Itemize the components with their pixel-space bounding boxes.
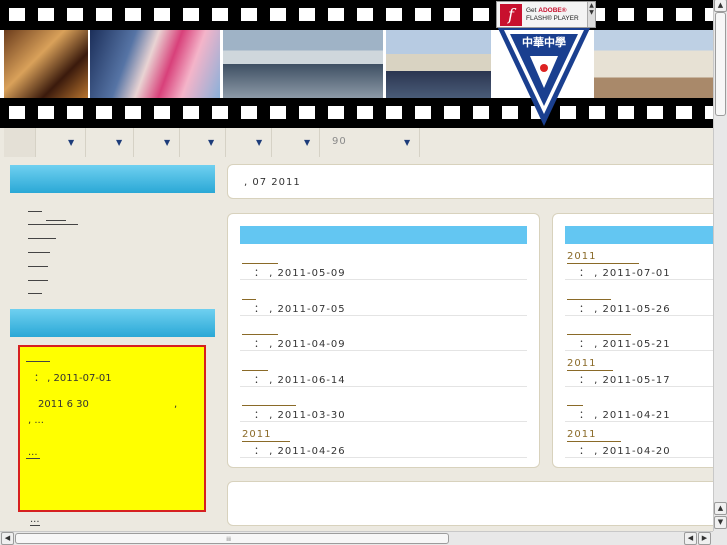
- flash-brand-label: ADOBE®: [538, 6, 567, 14]
- banner-photo-lion-dance: [90, 30, 220, 98]
- news-panel-left: ： , 2011-05-09 ： , 2011-07-05 ： , 2011-04-…: [227, 213, 540, 468]
- news-list-item: ： , 2011-03-30: [240, 387, 527, 422]
- news-list-item: 2011 ： , 2011-07-01: [565, 245, 723, 280]
- news-panel-left-header: [240, 226, 527, 244]
- nav-item-4[interactable]: ▼: [180, 128, 226, 157]
- news-item-date: ： , 2011-04-26: [254, 445, 346, 457]
- scroll-up-icon[interactable]: ▲: [714, 0, 727, 12]
- news-list-item: ： , 2011-05-09: [240, 245, 527, 280]
- nav-item-2[interactable]: ▼: [86, 128, 134, 157]
- news-item-title-link[interactable]: 2011: [242, 429, 271, 440]
- banner-photo-ceremony: [4, 30, 88, 98]
- nav-label-90: 90: [332, 136, 347, 147]
- banner-photo-school-building: [594, 30, 713, 98]
- sidebar-link-6[interactable]: [28, 266, 48, 267]
- sidebar-link-1[interactable]: [28, 211, 42, 212]
- news-item-date: ： , 2011-04-20: [579, 445, 671, 457]
- news-item-title-link[interactable]: 2011: [567, 251, 596, 262]
- sidebar-header-menu: [10, 165, 215, 193]
- featured-announcement: ： , 2011-07-01 2011 6 30 , , ... ...: [18, 345, 206, 512]
- get-flash-player-badge[interactable]: f Get ADOBE® FLASH® PLAYER ▲ ▼: [496, 1, 596, 28]
- news-item-date: ： , 2011-06-14: [254, 374, 346, 386]
- news-item-date: ： , 2011-05-09: [254, 268, 346, 279]
- nav-item-1[interactable]: ▼: [36, 128, 86, 157]
- nav-item-6[interactable]: ▼: [272, 128, 320, 157]
- flash-player-label: FLASH® PLAYER: [526, 14, 579, 22]
- sidebar-more-link[interactable]: ...: [30, 514, 40, 526]
- news-list-item: ： , 2011-07-05: [240, 281, 527, 316]
- sidebar-link-8[interactable]: [28, 293, 42, 294]
- news-item-date: ： , 2011-05-26: [579, 303, 671, 315]
- news-item-title-link[interactable]: 2011: [567, 429, 596, 440]
- flash-badge-scroll[interactable]: ▲ ▼: [587, 2, 595, 27]
- scroll-down-icon[interactable]: ▼: [714, 516, 727, 529]
- sidebar-link-7[interactable]: [28, 280, 48, 281]
- site-banner: 中華中學 f Get ADOBE® FLASH® PLAYER ▲ ▼: [0, 0, 713, 128]
- scroll-left-icon[interactable]: ◀: [684, 532, 697, 545]
- dropdown-arrow-icon: ▼: [68, 138, 75, 147]
- news-list-item: ： , 2011-06-14: [240, 352, 527, 387]
- featured-body: 2011 6 30: [38, 399, 89, 410]
- news-item-date: ： , 2011-04-09: [254, 339, 346, 350]
- news-item-date: ： , 2011-05-17: [579, 374, 671, 386]
- sidebar-header-announce: [10, 309, 215, 337]
- featured-more-text: , ...: [28, 415, 44, 426]
- nav-item-3[interactable]: ▼: [134, 128, 180, 157]
- news-list-item: 2011 ： , 2011-04-26: [240, 423, 527, 458]
- date-bar-text: , 07 2011: [244, 177, 301, 188]
- horizontal-scroll-thumb[interactable]: ⁞⁞⁞⁞⁞: [15, 533, 449, 544]
- horizontal-scrollbar[interactable]: ◀ ⁞⁞⁞⁞⁞ ◀ ▶: [0, 531, 713, 545]
- banner-photo-students: [223, 30, 383, 98]
- news-list-item: ： , 2011-05-21: [565, 316, 723, 351]
- news-list-item: 2011 ： , 2011-05-17: [565, 352, 723, 387]
- vertical-scrollbar[interactable]: ▲ ▲ ▼: [713, 0, 727, 531]
- school-logo: 中華中學: [496, 24, 592, 126]
- logo-text: 中華中學: [522, 35, 566, 49]
- scrollbar-corner: [713, 531, 727, 545]
- featured-read-more-link[interactable]: ...: [26, 447, 40, 459]
- news-item-date: ： , 2011-03-30: [254, 410, 346, 421]
- scroll-up-icon[interactable]: ▲: [714, 502, 727, 515]
- dropdown-arrow-icon: ▼: [164, 138, 171, 147]
- dropdown-arrow-icon: ▼: [116, 138, 123, 147]
- flash-icon: f: [500, 3, 522, 26]
- main-nav: ▼ ▼ ▼ ▼ ▼ ▼ 90 ▼: [4, 128, 713, 157]
- nav-item-5[interactable]: ▼: [226, 128, 272, 157]
- dropdown-arrow-icon: ▼: [208, 138, 215, 147]
- sidebar-link-4[interactable]: [28, 238, 56, 239]
- news-item-date: ： , 2011-07-05: [254, 303, 346, 315]
- nav-item-90-anniversary[interactable]: 90 ▼: [320, 128, 420, 157]
- news-list-item: ： , 2011-04-21: [565, 387, 723, 422]
- date-bar: , 07 2011: [227, 164, 719, 199]
- news-list-item: 2011 ： , 2011-04-20: [565, 423, 723, 458]
- dropdown-arrow-icon: ▼: [256, 138, 263, 147]
- banner-photo-campus-parade: [386, 30, 491, 98]
- scroll-right-icon[interactable]: ▶: [698, 532, 711, 545]
- featured-comma: ,: [174, 399, 178, 410]
- sidebar-link-3[interactable]: [28, 224, 78, 225]
- dropdown-arrow-icon: ▼: [404, 138, 411, 147]
- sidebar-link-2[interactable]: [46, 220, 66, 221]
- news-list-item: ： , 2011-05-26: [565, 281, 723, 316]
- film-strip-bottom: [0, 98, 713, 128]
- news-item-title-link[interactable]: 2011: [567, 358, 596, 369]
- news-item-date: ： , 2011-07-01: [579, 268, 671, 279]
- sidebar-link-5[interactable]: [28, 252, 50, 253]
- news-panel-right: 2011 ： , 2011-07-01 ： , 2011-05-26 ： , 2011…: [552, 213, 723, 468]
- news-list-item: ： , 2011-04-09: [240, 316, 527, 351]
- vertical-scroll-thumb[interactable]: [715, 12, 726, 116]
- dropdown-arrow-icon: ▼: [304, 138, 311, 147]
- nav-item-home[interactable]: [4, 128, 36, 157]
- featured-title-link[interactable]: [26, 361, 50, 362]
- flash-get-label: Get: [526, 6, 539, 14]
- news-item-date: ： , 2011-05-21: [579, 339, 671, 350]
- film-strip-top: [0, 0, 713, 30]
- featured-date: ： , 2011-07-01: [34, 373, 112, 384]
- news-panel-right-header: [565, 226, 723, 244]
- scroll-left-icon[interactable]: ◀: [1, 532, 14, 545]
- section-box: [227, 481, 719, 526]
- news-item-date: ： , 2011-04-21: [579, 410, 671, 421]
